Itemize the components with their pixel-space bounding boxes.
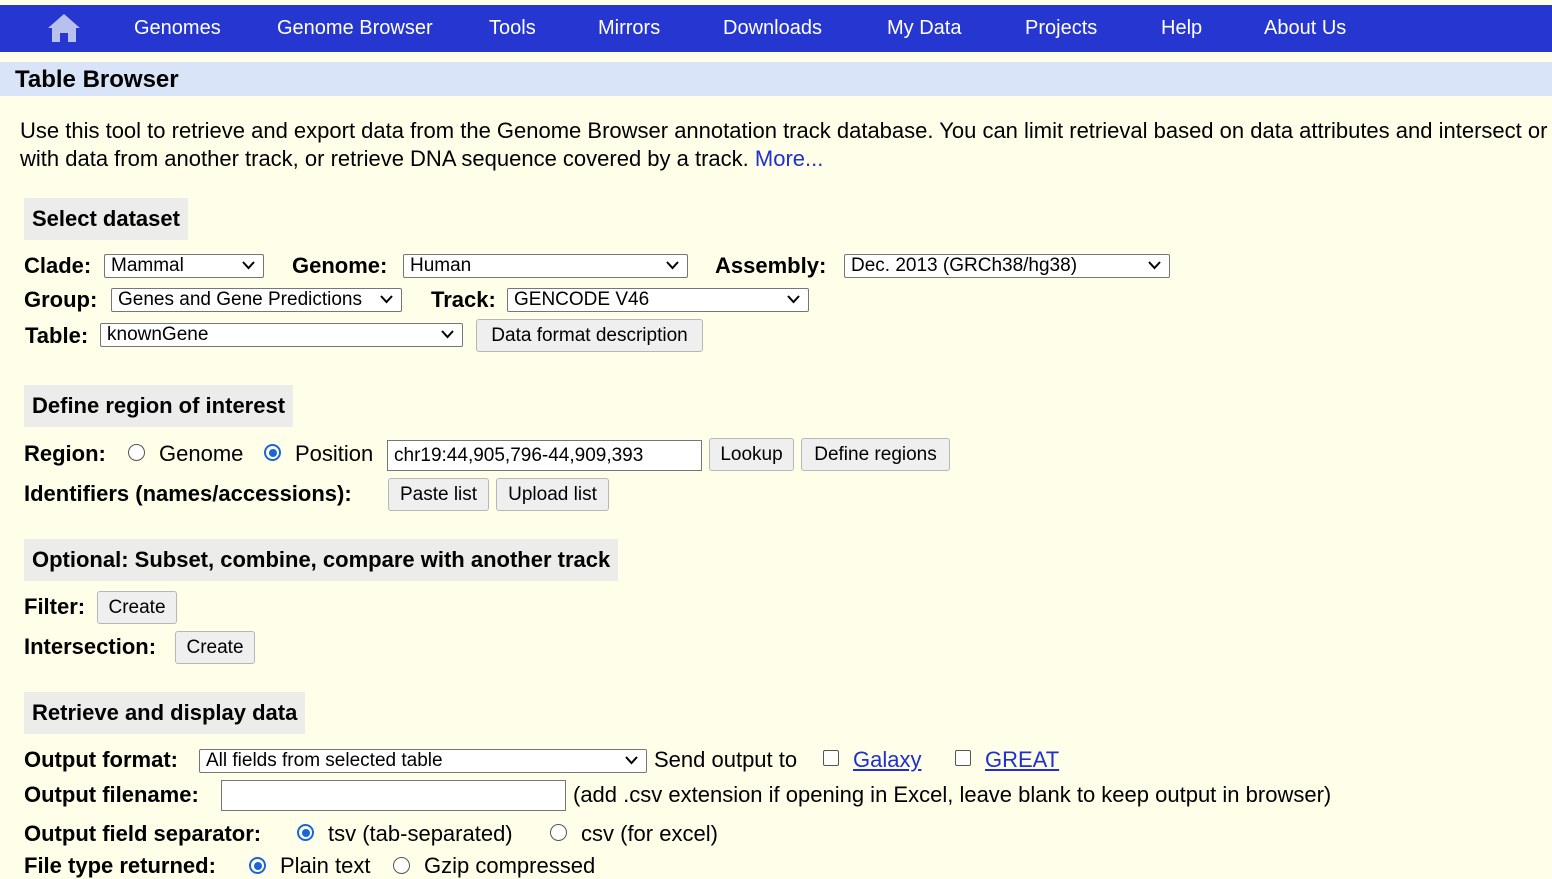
page-title: Table Browser [15,66,179,93]
nav-help[interactable]: Help [1161,5,1202,52]
clade-value: Mammal [111,255,184,276]
great-checkbox[interactable] [955,750,971,766]
galaxy-checkbox[interactable] [823,750,839,766]
genome-radio[interactable] [128,444,145,461]
lookup-button[interactable]: Lookup [709,438,794,471]
assembly-value: Dec. 2013 (GRCh38/hg38) [851,255,1078,276]
gzip-radio[interactable] [393,857,410,874]
separator-label: Output field separator: [24,821,262,846]
chevron-down-icon [380,295,393,304]
nav-tools[interactable]: Tools [489,5,536,52]
define-regions-button[interactable]: Define regions [801,438,950,471]
define-region-header: Define region of interest [24,385,294,427]
great-link[interactable]: GREAT [985,747,1059,773]
chevron-down-icon [441,330,454,339]
upload-list-button[interactable]: Upload list [496,478,609,511]
position-radio[interactable] [264,444,281,461]
home-icon[interactable] [46,13,82,43]
table-select[interactable]: knownGene [100,323,463,347]
output-format-value: All fields from selected table [206,750,443,771]
send-output-label: Send output to [654,747,798,772]
chevron-down-icon [242,261,255,270]
galaxy-link[interactable]: Galaxy [853,747,921,773]
track-value: GENCODE V46 [514,289,650,310]
region-label: Region: [24,441,106,466]
output-format-label: Output format: [24,747,178,772]
track-label: Track: [431,287,496,312]
nav-my-data[interactable]: My Data [887,5,961,52]
group-value: Genes and Gene Predictions [118,289,362,310]
retrieve-header: Retrieve and display data [24,692,306,734]
chevron-down-icon [1148,261,1161,270]
position-option-label: Position [295,441,374,466]
clade-select[interactable]: Mammal [104,254,264,278]
filename-hint: (add .csv extension if opening in Excel,… [573,782,1332,807]
track-select[interactable]: GENCODE V46 [507,288,809,312]
intersection-create-button[interactable]: Create [175,631,255,664]
more-link[interactable]: More... [755,146,823,171]
nav-projects[interactable]: Projects [1025,5,1097,52]
group-select[interactable]: Genes and Gene Predictions [111,288,402,312]
genome-label: Genome: [292,253,388,278]
title-bar: Table Browser [0,62,1552,96]
nav-genome-browser[interactable]: Genome Browser [277,5,433,52]
select-dataset-header: Select dataset [24,198,188,240]
intersection-label: Intersection: [24,634,157,659]
nav-mirrors[interactable]: Mirrors [598,5,660,52]
identifiers-label: Identifiers (names/accessions): [24,481,352,506]
position-input[interactable]: chr19:44,905,796-44,909,393 [387,440,702,471]
optional-header: Optional: Subset, combine, compare with … [24,539,619,581]
tsv-option-label: tsv (tab-separated) [328,821,513,846]
data-format-description-button[interactable]: Data format description [476,319,703,352]
genome-option-label: Genome [159,441,244,466]
csv-radio[interactable] [550,824,567,841]
nav-about-us[interactable]: About Us [1264,5,1346,52]
csv-option-label: csv (for excel) [581,821,718,846]
genome-value: Human [410,255,472,276]
tsv-radio[interactable] [297,824,314,841]
genome-select[interactable]: Human [403,254,688,278]
table-label: Table: [25,323,89,348]
table-value: knownGene [107,324,209,345]
output-format-select[interactable]: All fields from selected table [199,749,647,773]
chevron-down-icon [625,756,638,765]
output-filename-label: Output filename: [24,782,199,807]
gzip-option-label: Gzip compressed [424,853,596,878]
nav-genomes[interactable]: Genomes [134,5,221,52]
assembly-label: Assembly: [715,253,827,278]
assembly-select[interactable]: Dec. 2013 (GRCh38/hg38) [844,254,1170,278]
clade-label: Clade: [24,253,92,278]
paste-list-button[interactable]: Paste list [388,478,489,511]
chevron-down-icon [787,295,800,304]
intro-paragraph: Use this tool to retrieve and export dat… [20,117,1552,173]
output-filename-input[interactable] [221,780,566,811]
plain-text-radio[interactable] [249,857,266,874]
chevron-down-icon [666,261,679,270]
filter-create-button[interactable]: Create [97,591,177,624]
filter-label: Filter: [24,594,86,619]
nav-downloads[interactable]: Downloads [723,5,822,52]
plain-text-option-label: Plain text [280,853,371,878]
position-value: chr19:44,905,796-44,909,393 [394,445,644,466]
top-navbar: Genomes Genome Browser Tools Mirrors Dow… [0,5,1552,52]
file-type-label: File type returned: [24,853,216,878]
group-label: Group: [24,287,98,312]
